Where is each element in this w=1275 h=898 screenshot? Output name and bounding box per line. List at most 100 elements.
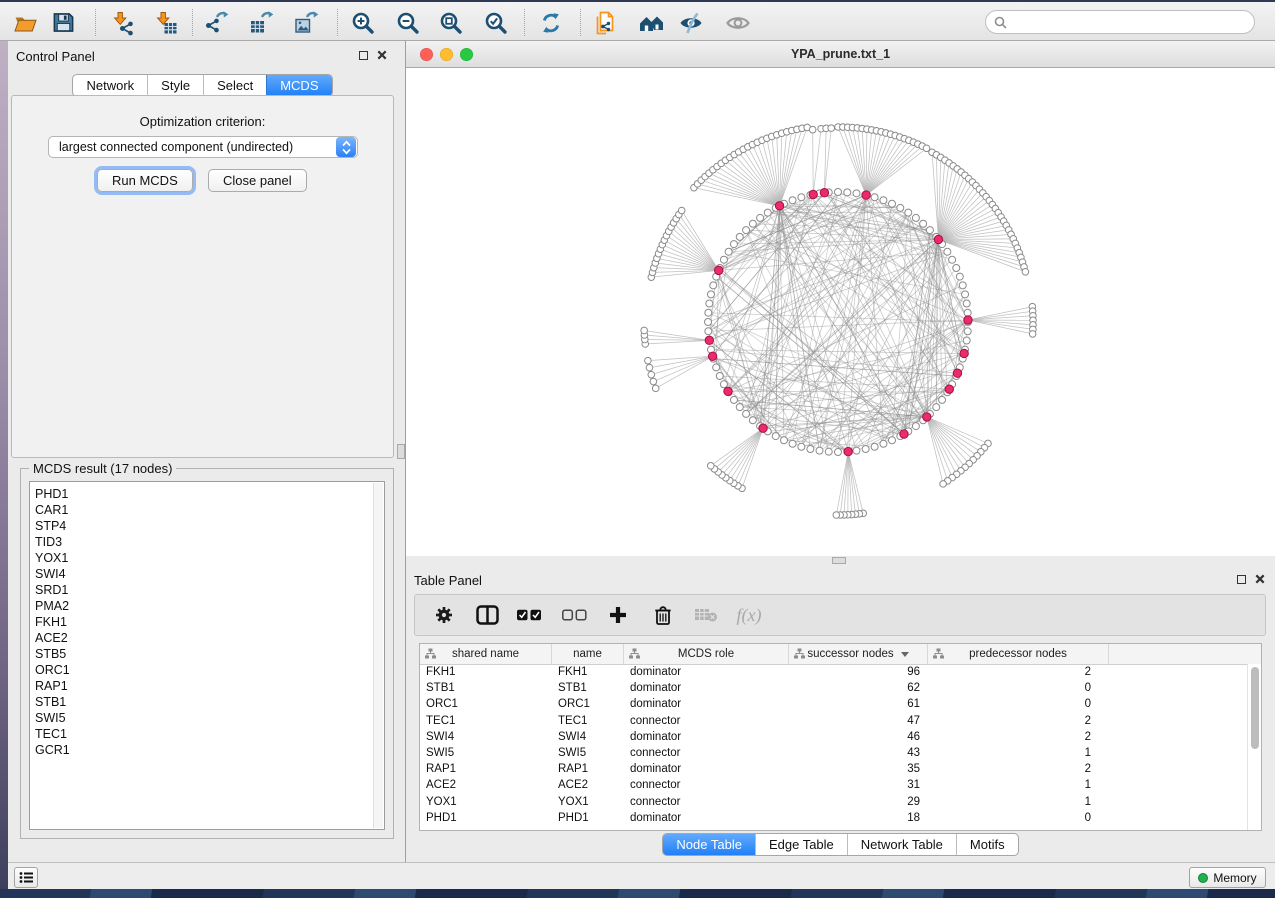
home-button[interactable] xyxy=(633,6,669,39)
network-node[interactable] xyxy=(730,241,737,248)
share-document-button[interactable] xyxy=(587,6,623,39)
save-session-button[interactable] xyxy=(45,6,81,39)
network-node[interactable] xyxy=(880,440,887,447)
network-node[interactable] xyxy=(949,256,956,263)
deselect-all-button[interactable] xyxy=(561,609,587,621)
column-header-MCDS-role[interactable]: MCDS role xyxy=(624,644,789,664)
table-row[interactable]: STB1STB1dominator620 xyxy=(420,680,1247,696)
table-scrollbar[interactable] xyxy=(1247,664,1261,830)
tab-mcds[interactable]: MCDS xyxy=(266,75,331,96)
network-node-mcds[interactable] xyxy=(820,189,828,197)
network-node[interactable] xyxy=(956,273,963,280)
table-row[interactable]: YOX1YOX1connector291 xyxy=(420,794,1247,810)
mcds-result-item[interactable]: PHD1 xyxy=(30,486,372,502)
refresh-button[interactable] xyxy=(533,6,569,39)
zoom-in-button[interactable] xyxy=(345,6,381,39)
select-all-button[interactable] xyxy=(516,609,542,621)
network-node[interactable] xyxy=(705,309,712,316)
network-node[interactable] xyxy=(889,200,896,207)
network-node[interactable] xyxy=(912,423,919,430)
mcds-result-item[interactable]: SWI5 xyxy=(30,710,372,726)
mcds-result-item[interactable]: RAP1 xyxy=(30,678,372,694)
horizontal-splitter-handle[interactable] xyxy=(832,557,846,564)
network-node[interactable] xyxy=(789,197,796,204)
network-node[interactable] xyxy=(963,337,970,344)
network-node-mcds[interactable] xyxy=(714,266,722,274)
mcds-result-item[interactable]: TID3 xyxy=(30,534,372,550)
network-node-leaf[interactable] xyxy=(1022,268,1029,275)
network-node[interactable] xyxy=(720,256,727,263)
export-table-button[interactable] xyxy=(243,6,279,39)
table-row[interactable]: PHD1PHD1dominator180 xyxy=(420,810,1247,826)
tab-edge-table[interactable]: Edge Table xyxy=(755,834,847,855)
network-node[interactable] xyxy=(757,214,764,221)
run-mcds-button[interactable]: Run MCDS xyxy=(97,169,193,192)
mcds-result-item[interactable]: SRD1 xyxy=(30,582,372,598)
network-node-mcds[interactable] xyxy=(809,190,817,198)
mcds-result-item[interactable]: PMA2 xyxy=(30,598,372,614)
column-header-name[interactable]: name xyxy=(552,644,624,664)
vertical-splitter-handle[interactable] xyxy=(397,444,405,459)
network-node-mcds[interactable] xyxy=(960,349,968,357)
tab-style[interactable]: Style xyxy=(147,75,203,96)
tab-network[interactable]: Network xyxy=(73,75,147,96)
float-panel-icon[interactable] xyxy=(1237,575,1246,584)
network-node[interactable] xyxy=(963,300,970,307)
network-node[interactable] xyxy=(710,282,717,289)
table-row[interactable]: ACE2ACE2connector311 xyxy=(420,777,1247,793)
mcds-result-item[interactable]: ACE2 xyxy=(30,630,372,646)
task-history-button[interactable] xyxy=(14,867,38,888)
search-input[interactable] xyxy=(1012,14,1254,30)
open-file-button[interactable] xyxy=(7,6,43,39)
add-column-button[interactable] xyxy=(605,605,631,625)
network-node[interactable] xyxy=(713,364,720,371)
table-row[interactable]: FKH1FKH1dominator962 xyxy=(420,664,1247,680)
network-node[interactable] xyxy=(764,209,771,216)
network-node[interactable] xyxy=(835,449,842,456)
zoom-fit-button[interactable] xyxy=(433,6,469,39)
table-row[interactable]: RAP1RAP1dominator352 xyxy=(420,761,1247,777)
network-node[interactable] xyxy=(880,197,887,204)
mcds-result-item[interactable]: STP4 xyxy=(30,518,372,534)
network-node[interactable] xyxy=(926,227,933,234)
network-node-leaf[interactable] xyxy=(646,364,653,371)
network-node[interactable] xyxy=(871,443,878,450)
network-node[interactable] xyxy=(964,328,971,335)
network-node-mcds[interactable] xyxy=(705,336,713,344)
network-node[interactable] xyxy=(798,443,805,450)
network-node-leaf[interactable] xyxy=(1029,331,1036,338)
network-node[interactable] xyxy=(905,209,912,216)
network-node[interactable] xyxy=(871,194,878,201)
memory-button[interactable]: Memory xyxy=(1189,867,1266,888)
mcds-result-item[interactable]: SWI4 xyxy=(30,566,372,582)
network-node-leaf[interactable] xyxy=(707,462,714,469)
network-node[interactable] xyxy=(772,433,779,440)
network-node[interactable] xyxy=(725,248,732,255)
network-node-mcds[interactable] xyxy=(953,369,961,377)
network-node-mcds[interactable] xyxy=(945,385,953,393)
network-node[interactable] xyxy=(912,214,919,221)
mcds-result-item[interactable]: STB1 xyxy=(30,694,372,710)
network-node[interactable] xyxy=(706,300,713,307)
network-node-leaf[interactable] xyxy=(678,207,685,214)
network-node-leaf[interactable] xyxy=(828,125,835,132)
table-scrollbar-thumb[interactable] xyxy=(1251,667,1259,749)
tab-network-table[interactable]: Network Table xyxy=(847,834,956,855)
network-node[interactable] xyxy=(749,220,756,227)
network-node-leaf[interactable] xyxy=(650,378,657,385)
network-node-mcds[interactable] xyxy=(964,316,972,324)
import-network-button[interactable] xyxy=(105,6,141,39)
show-columns-button[interactable] xyxy=(474,605,500,625)
mcds-result-item[interactable]: STB5 xyxy=(30,646,372,662)
network-node[interactable] xyxy=(944,248,951,255)
import-table-button[interactable] xyxy=(148,6,184,39)
network-node-mcds[interactable] xyxy=(759,424,767,432)
network-node[interactable] xyxy=(780,437,787,444)
table-row[interactable]: SWI4SWI4dominator462 xyxy=(420,729,1247,745)
network-node[interactable] xyxy=(959,282,966,289)
network-node-leaf[interactable] xyxy=(652,385,659,392)
close-panel-icon[interactable] xyxy=(1255,574,1265,584)
zoom-out-button[interactable] xyxy=(390,6,426,39)
network-node[interactable] xyxy=(743,227,750,234)
network-node[interactable] xyxy=(853,447,860,454)
